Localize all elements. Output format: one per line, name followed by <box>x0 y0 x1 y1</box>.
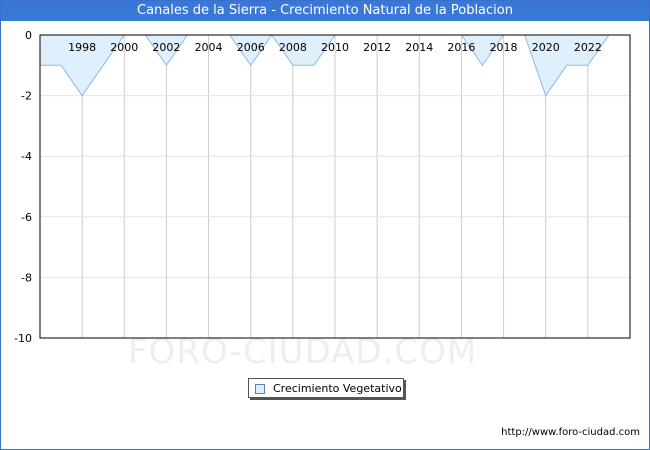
y-tick-label: 0 <box>25 29 32 42</box>
x-tick-label: 1998 <box>68 41 96 54</box>
legend-swatch <box>255 384 265 394</box>
y-tick-label: -4 <box>21 150 32 163</box>
x-axis-ticks: 1998 2000 2002 2004 2006 2008 2010 2012 2014 2016… <box>68 41 602 54</box>
legend: Crecimiento Vegetativo <box>248 378 404 398</box>
y-tick-label: -6 <box>21 211 32 224</box>
x-tick-label: 2016 <box>447 41 475 54</box>
x-tick-label: 2004 <box>195 41 223 54</box>
y-axis-ticks: 0 -2 -4 -6 -8 -10 <box>14 29 32 345</box>
x-tick-label: 2012 <box>363 41 391 54</box>
x-tick-label: 2002 <box>152 41 180 54</box>
x-tick-label: 2008 <box>279 41 307 54</box>
x-tick-label: 2020 <box>532 41 560 54</box>
x-tick-label: 2010 <box>321 41 349 54</box>
x-tick-label: 2018 <box>490 41 518 54</box>
y-tick-label: -2 <box>21 90 32 103</box>
x-tick-label: 2014 <box>405 41 433 54</box>
y-tick-label: -10 <box>14 332 32 345</box>
legend-label: Crecimiento Vegetativo <box>273 382 402 395</box>
y-tick-label: -8 <box>21 271 32 284</box>
x-tick-label: 2006 <box>237 41 265 54</box>
source-url[interactable]: http://www.foro-ciudad.com <box>501 427 640 438</box>
x-tick-label: 2022 <box>574 41 602 54</box>
x-tick-label: 2000 <box>110 41 138 54</box>
